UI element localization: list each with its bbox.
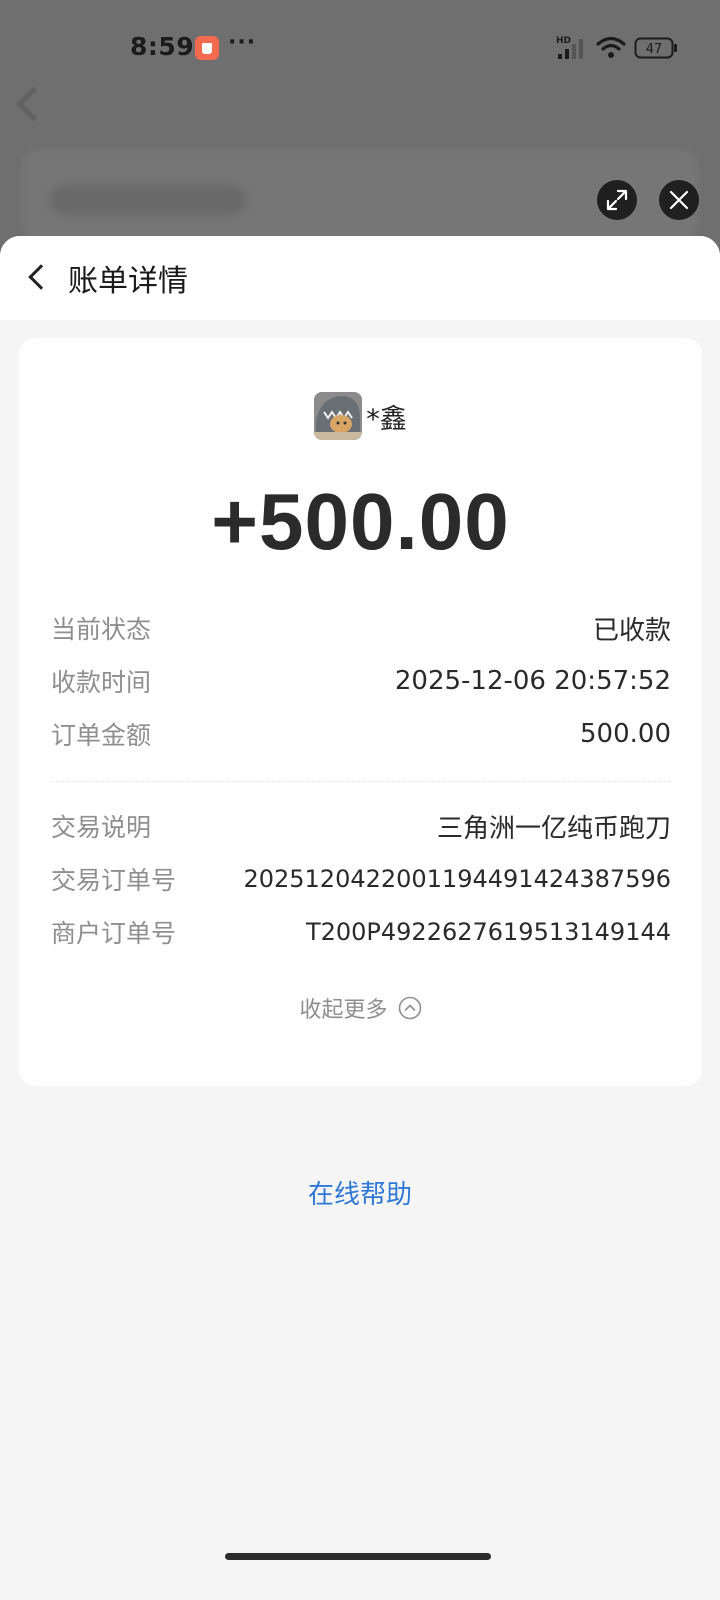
wifi-icon [596,36,626,58]
chevron-left-icon [28,264,54,290]
background-placeholder [50,185,246,215]
detail-value[interactable]: 2025120422001194491424387596 [243,865,671,893]
payer-info: *鑫 [19,392,702,440]
payer-name: *鑫 [366,403,407,435]
chevron-up-circle-icon [398,996,421,1020]
detail-label: 当前状态 [51,615,152,644]
detail-value: 500.00 [580,719,671,749]
status-time: 8:59 [130,32,195,61]
bill-card: *鑫 +500.00 当前状态 已收款 收款时间 2025-12-06 20:5… [19,338,702,1086]
detail-label: 收款时间 [51,668,152,697]
collapse-more-button[interactable]: 收起更多 [19,992,702,1024]
home-indicator[interactable] [225,1553,491,1560]
avatar-image [314,392,363,440]
close-icon [669,190,689,210]
detail-row-description: 交易说明 三角洲一亿纯币跑刀 [51,806,671,846]
cellular-signal-icon: HD [556,36,583,59]
bill-detail-sheet: 账单详情 *鑫 +500.00 当前状态 已收款 收款时间 2025-12-06… [0,236,720,1600]
detail-row-transaction-id: 交易订单号 2025120422001194491424387596 [51,859,671,899]
detail-row-time: 收款时间 2025-12-06 20:57:52 [51,661,671,701]
detail-row-status: 当前状态 已收款 [51,608,671,648]
detail-label: 交易订单号 [51,866,177,895]
expand-icon [606,189,628,211]
detail-value: 2025-12-06 20:57:52 [394,666,671,696]
detail-value[interactable]: T200P4922627619513149144 [306,918,671,946]
more-notifications-icon: ··· [228,30,257,55]
battery-level: 47 [646,42,663,57]
close-button[interactable] [659,180,699,220]
collapse-more-label: 收起更多 [299,998,388,1023]
avatar[interactable] [314,392,363,440]
detail-label: 交易说明 [51,813,152,842]
sheet-header: 账单详情 [0,236,720,320]
detail-label: 订单金额 [51,721,152,750]
amount: +500.00 [211,477,510,566]
network-badge: HD [556,36,571,46]
status-bar: 8:59 ··· HD 47 [0,0,720,96]
online-help-link[interactable]: 在线帮助 [0,1174,720,1211]
page-title: 账单详情 [68,264,188,299]
expand-button[interactable] [597,180,637,220]
back-button[interactable] [14,254,58,298]
notification-app-icon [195,36,219,60]
detail-row-merchant-order-id: 商户订单号 T200P4922627619513149144 [51,912,671,952]
divider [51,781,671,782]
detail-value: 已收款 [592,615,671,646]
battery-icon: 47 [634,37,677,59]
detail-label: 商户订单号 [51,919,177,948]
detail-row-order-amount: 订单金额 500.00 [51,714,671,754]
detail-value: 三角洲一亿纯币跑刀 [436,813,671,844]
